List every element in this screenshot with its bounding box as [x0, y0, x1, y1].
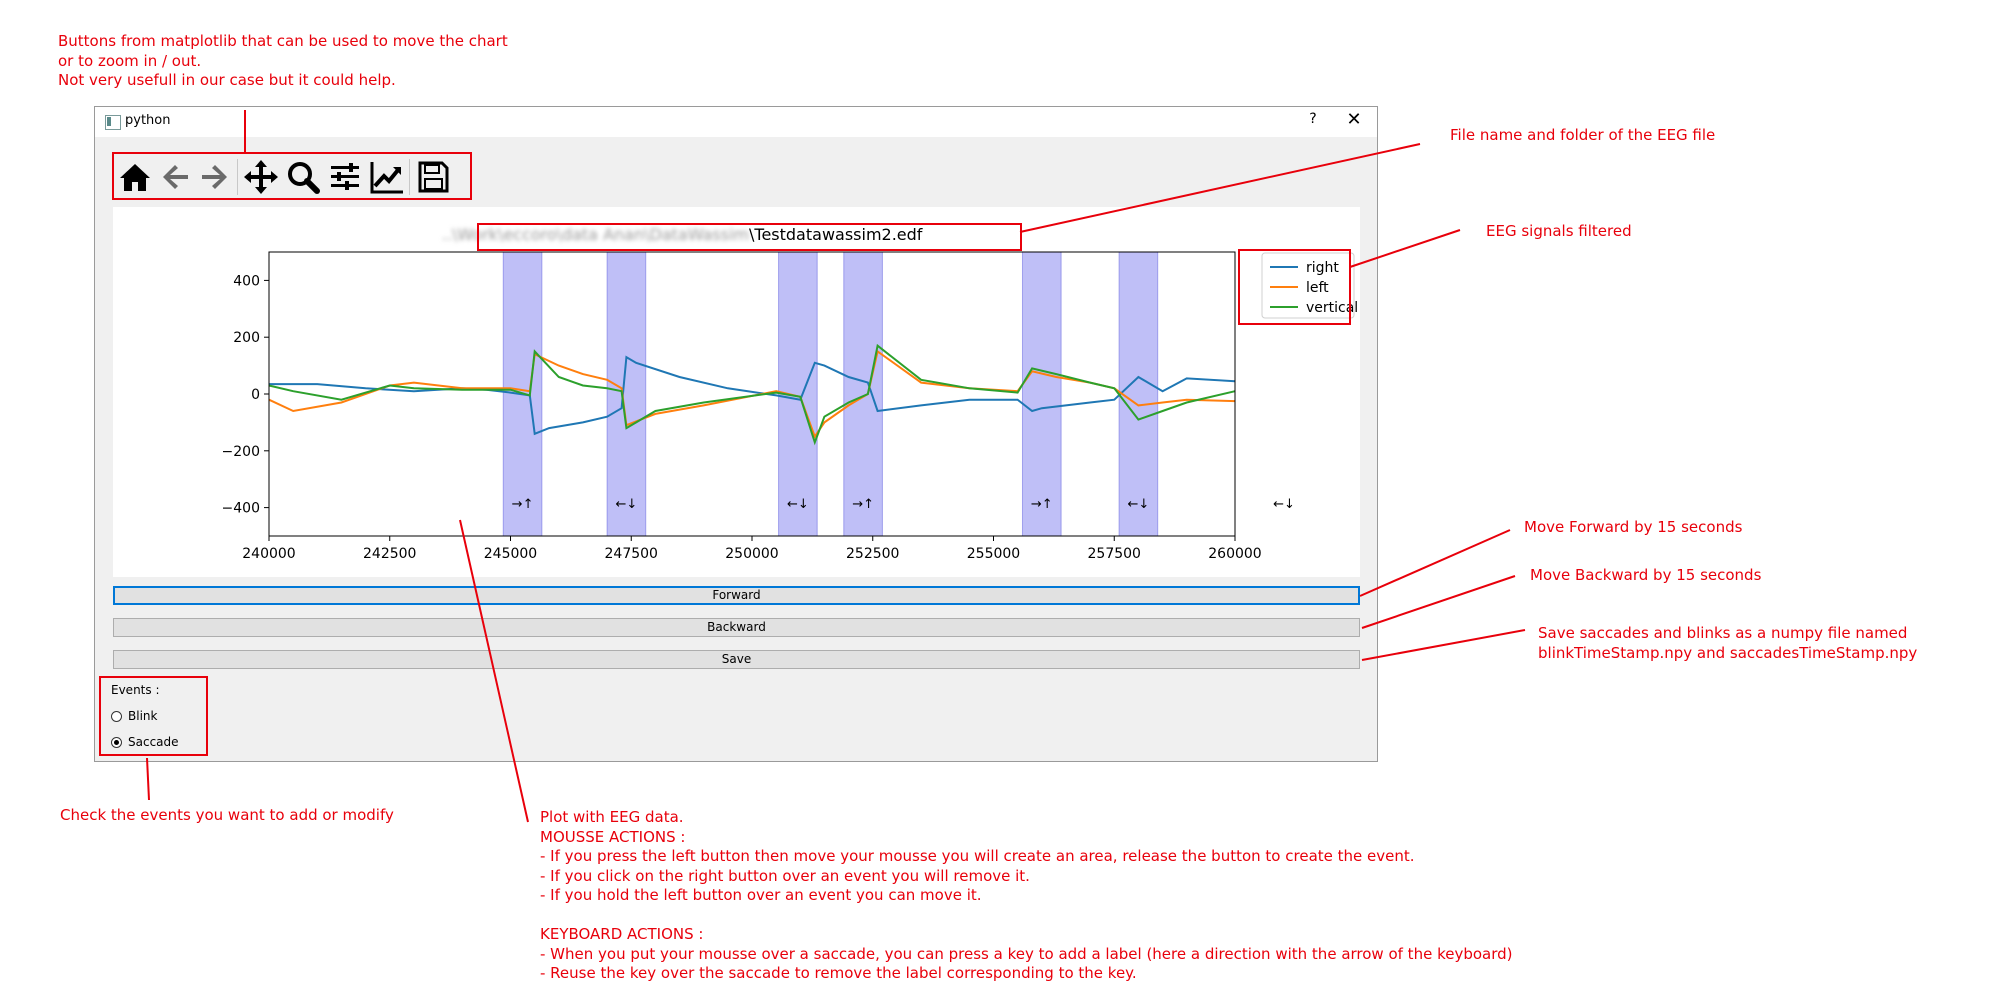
x-tick-label: 240000 — [242, 546, 295, 562]
highlight-filename — [477, 223, 1022, 251]
x-tick-label: 250000 — [725, 546, 778, 562]
x-tick-label: 247500 — [605, 546, 658, 562]
x-tick-label: 255000 — [967, 546, 1020, 562]
highlight-events — [99, 676, 208, 756]
help-button[interactable]: ? — [1303, 111, 1323, 127]
close-button[interactable]: ✕ — [1342, 109, 1366, 130]
y-tick-label: 400 — [233, 273, 260, 289]
backward-button[interactable]: Backward — [113, 618, 1360, 637]
y-tick-label: 0 — [251, 387, 260, 403]
annotation-forward: Move Forward by 15 seconds — [1524, 518, 1743, 536]
event-label: →↑ — [1031, 497, 1053, 512]
highlight-toolbar — [112, 152, 472, 200]
annotation-save: Save saccades and blinks as a numpy file… — [1538, 624, 1918, 662]
x-tick-label: 252500 — [846, 546, 899, 562]
annotation-filename: File name and folder of the EEG file — [1450, 126, 1716, 144]
y-tick-label: −200 — [222, 444, 260, 460]
event-span — [843, 251, 883, 537]
annotation-plot: Plot with EEG data. MOUSSE ACTIONS : - I… — [540, 808, 1513, 982]
event-label-outside: ←↓ — [1273, 497, 1295, 512]
eeg-chart[interactable]: ..\Work\eccoro\data Anan\DataWassim \Test… — [113, 207, 1360, 577]
annotation-events: Check the events you want to add or modi… — [60, 806, 394, 824]
axes-frame — [268, 251, 1236, 537]
event-label: ←↓ — [616, 497, 638, 512]
title-bar: python ? ✕ — [95, 107, 1377, 137]
x-tick-label: 245000 — [484, 546, 537, 562]
x-tick-label: 257500 — [1088, 546, 1141, 562]
event-label: →↑ — [852, 497, 874, 512]
window-title: python — [125, 113, 171, 128]
x-tick-label: 260000 — [1208, 546, 1261, 562]
forward-button[interactable]: Forward — [113, 586, 1360, 605]
event-span — [1021, 251, 1062, 537]
annotation-toolbar: Buttons from matplotlib that can be used… — [58, 32, 508, 89]
event-span — [1118, 251, 1159, 537]
event-span — [606, 251, 647, 537]
plot-canvas[interactable]: ..\Work\eccoro\data Anan\DataWassim \Test… — [113, 207, 1360, 577]
app-window: python ? ✕ ..\Work\eccoro\data Anan\Data… — [94, 106, 1378, 762]
y-tick-label: 200 — [233, 330, 260, 346]
event-label: ←↓ — [787, 497, 809, 512]
series-line-vertical — [268, 343, 1236, 446]
highlight-legend — [1238, 249, 1351, 325]
python-app-icon — [105, 115, 121, 130]
annotation-backward: Move Backward by 15 seconds — [1530, 566, 1762, 584]
y-tick-label: −400 — [222, 501, 260, 517]
event-label: ←↓ — [1128, 497, 1150, 512]
annotation-legend: EEG signals filtered — [1486, 222, 1632, 240]
event-label: →↑ — [512, 497, 534, 512]
series-line-left — [268, 349, 1236, 439]
x-tick-label: 242500 — [363, 546, 416, 562]
save-button[interactable]: Save — [113, 650, 1360, 669]
